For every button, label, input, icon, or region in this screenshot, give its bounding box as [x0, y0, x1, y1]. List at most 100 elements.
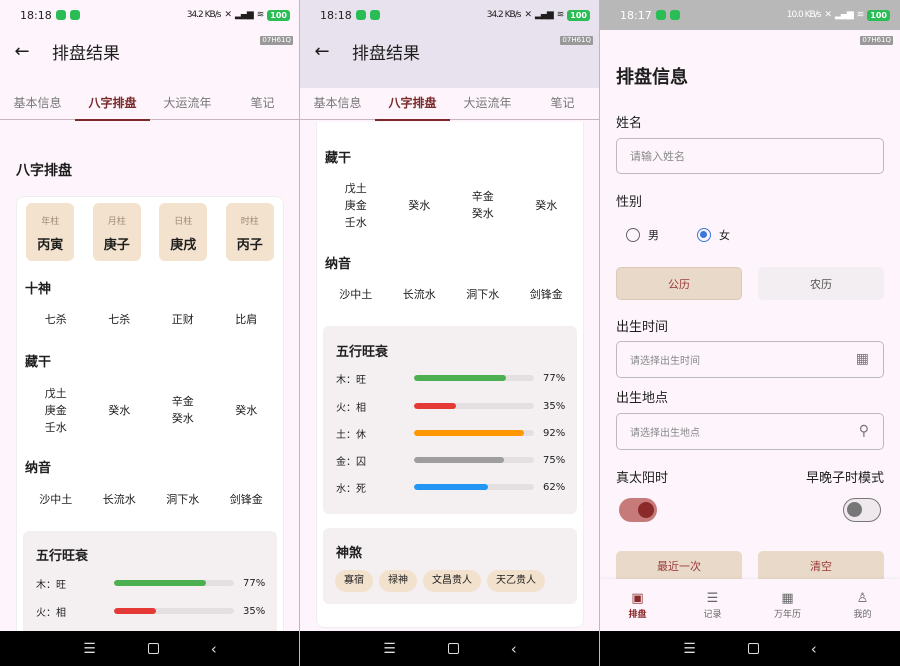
status-time: 18:18 — [320, 8, 352, 22]
gender-female-radio[interactable]: 女 — [697, 227, 730, 243]
true-solar-toggle[interactable] — [619, 498, 657, 522]
back-arrow-icon[interactable]: ← — [2, 31, 42, 71]
wuxing-heading: 五行旺衰 — [336, 345, 389, 360]
wuxing-heading: 五行旺衰 — [36, 549, 89, 564]
tab-dayun[interactable]: 大运流年 — [150, 88, 225, 119]
canggan-cell: 辛金 癸水 — [471, 190, 494, 220]
bazi-card: 藏干 戊土 庚金 壬水 癸水 辛金 癸水 癸水 纳音 沙中土 长流水 洞下水 剑… — [316, 122, 584, 628]
back-icon[interactable]: ‹ — [511, 640, 517, 658]
nav-calendar[interactable]: ▦ 万年历 — [750, 579, 825, 631]
battery-icon: 100 — [267, 9, 290, 21]
system-nav-bar: ☰ ‹ — [0, 631, 300, 666]
wifi-icon: ≋ — [556, 10, 564, 20]
version-tag: 07H61Q — [260, 36, 293, 45]
canggan-cell: 戊土 庚金 壬水 — [344, 181, 367, 229]
shensha-tag: 禄神 — [379, 570, 417, 592]
location-pin-icon: ⚲ — [858, 423, 869, 439]
nayin-cell: 沙中土 — [339, 288, 373, 301]
screen-divider — [599, 0, 600, 666]
shishen-row: 七杀 七杀 正财 比肩 — [24, 311, 278, 328]
tab-bazi[interactable]: 八字排盘 — [375, 88, 450, 121]
recent-apps-icon[interactable]: ☰ — [83, 641, 96, 657]
back-icon[interactable]: ‹ — [811, 640, 817, 658]
shensha-heading: 神煞 — [336, 546, 363, 561]
nav-paipan[interactable]: ▣ 排盘 — [600, 579, 675, 631]
nayin-cell: 长流水 — [402, 288, 436, 301]
wifi-icon: ≋ — [256, 10, 264, 20]
home-icon[interactable] — [747, 643, 759, 654]
nayin-row: 沙中土 长流水 洞下水 剑锋金 — [324, 286, 578, 303]
wuxing-box: 五行旺衰 木：旺 77% 火：相 35% 土：休 92% 金：囚 75% 水：死… — [323, 326, 577, 514]
wifi-icon: ≋ — [856, 10, 864, 20]
nayin-heading: 纳音 — [325, 257, 352, 272]
canggan-cell: 戊土 庚金 壬水 — [44, 386, 67, 434]
system-nav-bar: ☰ ‹ — [300, 631, 600, 666]
clear-button[interactable]: 清空 — [758, 551, 884, 581]
status-bar: 18:18 34.2 KB/s ✕ ▂▄▆ ≋ 100 — [300, 0, 600, 30]
pillar-year: 年柱 丙寅 — [26, 203, 75, 261]
name-input[interactable]: 请输入姓名 — [616, 138, 884, 174]
back-icon[interactable]: ‹ — [211, 640, 217, 658]
gender-label: 性别 — [616, 195, 643, 210]
form-title: 排盘信息 — [616, 67, 688, 88]
canggan-cell: 辛金 癸水 — [171, 395, 194, 425]
canggan-cell: 癸水 — [235, 403, 258, 417]
list-icon: ☰ — [706, 591, 719, 606]
wuxing-row: 土：休 92% — [336, 427, 566, 441]
radio-icon — [626, 228, 640, 242]
canggan-cell: 癸水 — [408, 198, 431, 212]
wuxing-bar — [414, 484, 489, 490]
birth-time-label: 出生时间 — [616, 320, 669, 335]
home-icon[interactable] — [147, 643, 159, 654]
wechat-icon — [655, 10, 666, 20]
tab-dayun[interactable]: 大运流年 — [450, 88, 525, 119]
home-icon[interactable] — [447, 643, 459, 654]
message-icon — [69, 10, 80, 20]
birth-place-input[interactable]: 请选择出生地点 ⚲ — [616, 413, 884, 450]
back-arrow-icon[interactable]: ← — [302, 31, 342, 71]
nayin-row: 沙中土 长流水 洞下水 剑锋金 — [24, 491, 278, 508]
status-bar: 18:18 34.2 KB/s ✕ ▂▄▆ ≋ 100 — [0, 0, 300, 30]
nayin-cell: 剑锋金 — [529, 288, 563, 301]
gender-male-radio[interactable]: 男 — [626, 227, 659, 243]
version-tag: 07H61Q — [560, 36, 593, 45]
network-speed: 10.0 KB/s — [786, 10, 822, 20]
solar-calendar-button[interactable]: 公历 — [616, 267, 742, 300]
wuxing-row: 木：旺 77% — [36, 577, 266, 591]
mute-icon: ✕ — [524, 10, 531, 20]
shishen-cell: 七杀 — [108, 313, 131, 326]
tab-notes[interactable]: 笔记 — [525, 88, 600, 119]
wechat-icon — [355, 10, 366, 20]
pillar-day: 日柱 庚戌 — [159, 203, 208, 261]
recent-button[interactable]: 最近一次 — [616, 551, 742, 581]
pillar-hour: 时柱 丙子 — [225, 203, 274, 261]
true-solar-label: 真太阳时 — [616, 471, 669, 486]
canggan-cell: 癸水 — [535, 198, 558, 212]
nav-records[interactable]: ☰ 记录 — [675, 579, 750, 631]
status-time: 18:18 — [20, 8, 52, 22]
tab-basic-info[interactable]: 基本信息 — [0, 88, 75, 119]
section-title: 八字排盘 — [16, 163, 72, 179]
shensha-tag: 寡宿 — [335, 570, 373, 592]
tab-basic-info[interactable]: 基本信息 — [300, 88, 375, 119]
tab-notes[interactable]: 笔记 — [225, 88, 300, 119]
shishen-cell: 正财 — [171, 313, 194, 326]
mute-icon: ✕ — [824, 10, 831, 20]
message-icon — [369, 10, 380, 20]
recent-apps-icon[interactable]: ☰ — [383, 641, 396, 657]
nav-me[interactable]: ♙ 我的 — [825, 579, 900, 631]
wechat-icon — [55, 10, 66, 20]
signal-icon: ▂▄▆ — [534, 10, 554, 20]
recent-apps-icon[interactable]: ☰ — [683, 641, 696, 657]
bazi-card: 年柱 丙寅 月柱 庚子 日柱 庚戌 时柱 丙子 十神 七杀 七杀 正财 比肩 藏… — [16, 196, 284, 661]
tab-bazi[interactable]: 八字排盘 — [75, 88, 150, 121]
birth-time-input[interactable]: 请选择出生时间 ▦ — [616, 341, 884, 378]
wuxing-bar — [114, 608, 156, 614]
status-bar: 18:17 10.0 KB/s ✕ ▂▄▆ ≋ 100 — [600, 0, 900, 30]
wuxing-row: 水：死 62% — [336, 481, 566, 495]
wuxing-bar — [414, 457, 504, 463]
zi-mode-toggle[interactable] — [843, 498, 881, 522]
shensha-tag: 文昌贵人 — [423, 570, 481, 592]
lunar-calendar-button[interactable]: 农历 — [758, 267, 884, 300]
wuxing-row: 火：相 35% — [336, 400, 566, 414]
